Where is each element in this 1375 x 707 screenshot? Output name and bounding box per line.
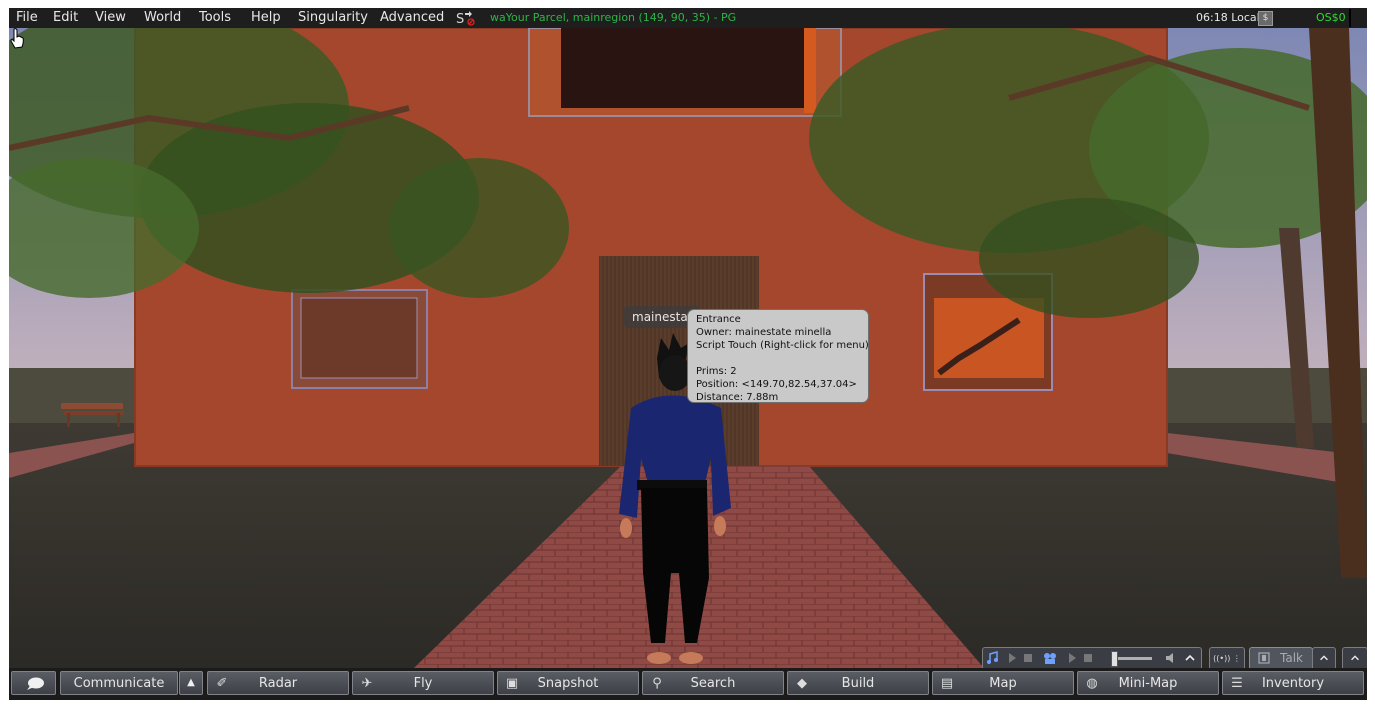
menu-view[interactable]: View [95, 10, 126, 26]
globe-icon: ◍ [1086, 676, 1098, 691]
music-stop-icon[interactable] [1021, 651, 1035, 665]
snapshot-button[interactable]: ▣ Snapshot [497, 671, 639, 695]
map-icon: ▤ [940, 676, 954, 691]
inventory-icon: ☰ [1231, 676, 1243, 691]
toolbar-expand-button[interactable] [1342, 647, 1367, 670]
chevron-up-icon[interactable] [1183, 651, 1197, 665]
communicate-label: Communicate [73, 676, 165, 691]
speaker-icon[interactable] [1164, 651, 1178, 665]
map-button[interactable]: ▤ Map [932, 671, 1074, 695]
media-play-icon[interactable] [1065, 651, 1079, 665]
buy-currency-button[interactable]: $ [1258, 11, 1273, 26]
tooltip-distance: Distance: 7.88m [696, 392, 779, 403]
menu-edit[interactable]: Edit [53, 10, 78, 26]
snapshot-label: Snapshot [537, 676, 599, 691]
microphone-icon [1258, 652, 1270, 664]
menu-bar: File Edit View World Tools Help Singular… [9, 8, 1367, 29]
cursor-hand-icon [10, 28, 24, 49]
svg-text:S: S [456, 12, 464, 26]
camera-icon: ▣ [505, 676, 519, 691]
menu-help[interactable]: Help [251, 10, 281, 26]
fly-button[interactable]: ✈ Fly [352, 671, 494, 695]
menu-singularity[interactable]: Singularity [298, 10, 368, 26]
minimap-button[interactable]: ◍ Mini-Map [1077, 671, 1219, 695]
bottom-toolbar: Communicate ▲ ✐ Radar ✈ Fly ▣ Snapshot ⚲… [9, 668, 1367, 700]
viewer-window: File Edit View World Tools Help Singular… [9, 8, 1367, 700]
radar-icon: ✐ [216, 676, 228, 691]
radar-button[interactable]: ✐ Radar [207, 671, 349, 695]
voice-settings-button[interactable]: ((•)) ⋮ [1209, 647, 1245, 670]
location-text[interactable]: waYour Parcel, mainregion (149, 90, 35) … [490, 10, 736, 26]
clock-text: 06:18 Local [1196, 11, 1260, 24]
talk-label: Talk [1280, 651, 1303, 665]
menu-world[interactable]: World [144, 10, 181, 26]
search-label: Search [690, 676, 736, 691]
volume-slider-handle[interactable] [1111, 651, 1118, 667]
cube-icon: ◆ [797, 676, 807, 691]
menu-tools[interactable]: Tools [199, 10, 231, 26]
chevron-up-icon [1320, 655, 1328, 661]
tooltip-action: Script Touch (Right-click for menu) [696, 340, 869, 351]
tooltip-prims: Prims: 2 [696, 366, 737, 377]
minimap-label: Mini-Map [1118, 676, 1178, 691]
fly-label: Fly [413, 676, 433, 691]
object-hover-tooltip: Entrance Owner: mainestate minella Scrip… [687, 309, 869, 403]
tooltip-owner: Owner: mainestate minella [696, 327, 832, 338]
talk-button[interactable]: Talk [1249, 647, 1313, 670]
fly-icon: ✈ [361, 676, 373, 691]
music-note-icon[interactable] [986, 651, 1000, 665]
chat-button[interactable] [11, 671, 56, 695]
build-button[interactable]: ◆ Build [787, 671, 929, 695]
talk-expand-button[interactable] [1312, 647, 1336, 670]
build-label: Build [841, 676, 875, 691]
menu-file[interactable]: File [16, 10, 38, 26]
radar-label: Radar [258, 676, 298, 691]
volume-slider-track[interactable] [1114, 657, 1152, 660]
map-label: Map [989, 676, 1017, 691]
chat-bubble-icon [27, 677, 44, 690]
magnifier-icon: ⚲ [652, 676, 662, 691]
communicate-button[interactable]: Communicate [60, 671, 178, 695]
world-view[interactable]: mainestat Entrance Owner: mainestate min… [9, 28, 1367, 668]
communicate-expand-button[interactable]: ▲ [179, 671, 203, 695]
chevron-up-icon [1351, 655, 1359, 661]
search-button[interactable]: ⚲ Search [642, 671, 784, 695]
music-play-icon[interactable] [1005, 651, 1019, 665]
balance-text[interactable]: OS$0 [1316, 10, 1346, 26]
inventory-button[interactable]: ☰ Inventory [1222, 671, 1364, 695]
menubar-divider [1349, 9, 1351, 27]
tooltip-title: Entrance [696, 314, 741, 325]
parcel-icon[interactable]: S [456, 10, 476, 26]
media-controls [982, 647, 1202, 670]
inventory-label: Inventory [1261, 676, 1325, 691]
media-stop-icon[interactable] [1081, 651, 1095, 665]
tooltip-position: Position: <149.70,82.54,37.04> [696, 379, 857, 390]
voice-controls: ((•)) ⋮ Talk [1209, 647, 1367, 670]
tooltip-spacer [696, 352, 868, 365]
media-video-icon[interactable] [1043, 651, 1057, 665]
menu-advanced[interactable]: Advanced [380, 10, 444, 26]
